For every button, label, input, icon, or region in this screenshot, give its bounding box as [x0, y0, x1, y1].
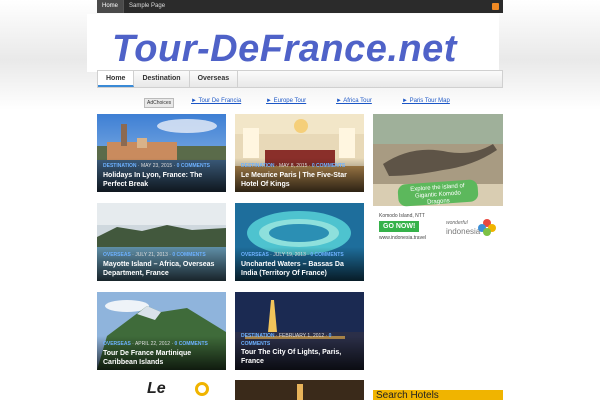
post-comments[interactable]: 0 COMMENTS [172, 252, 205, 258]
post-comments[interactable]: 0 COMMENTS [175, 341, 208, 347]
ad-link-africa-tour[interactable]: ► Africa Tour [336, 98, 372, 104]
nav-overseas[interactable]: Overseas [190, 71, 239, 87]
post-category[interactable]: OVERSEAS [103, 252, 131, 258]
post-title[interactable]: Uncharted Waters – Bassas Da India (Terr… [241, 260, 358, 278]
post-date: JULY 19, 2013 [273, 252, 306, 258]
sidebar-ad[interactable]: Explore the island of Gigantic Komodo Dr… [373, 114, 503, 244]
ad-brand-small: wonderful [446, 220, 468, 226]
search-hotels-heading: Search Hotels [373, 390, 503, 400]
topbar-sample-page-link[interactable]: Sample Page [124, 0, 170, 13]
adchoices-badge[interactable]: AdChoices [144, 98, 175, 108]
post-title[interactable]: Le Meurice Paris | The Five-Star Hotel O… [241, 171, 358, 189]
ad-brand: indonesia [446, 227, 481, 236]
post-card[interactable]: OVERSEAS · JULY 19, 2013 · 0 COMMENTS Un… [235, 203, 364, 281]
post-title[interactable]: Mayotte Island – Africa, Overseas Depart… [103, 260, 220, 278]
post-category[interactable]: OVERSEAS [241, 252, 269, 258]
post-card[interactable]: DESTINATION · MAY 23, 2015 · 0 COMMENTS … [97, 114, 226, 192]
post-meta: OVERSEAS · JULY 21, 2013 · 0 COMMENTS [103, 252, 206, 258]
post-title[interactable]: Holidays In Lyon, France: The Perfect Br… [103, 171, 220, 189]
post-card[interactable]: OVERSEAS · JULY 21, 2013 · 0 COMMENTS Ma… [97, 203, 226, 281]
post-thumbnail [297, 384, 303, 400]
nav-home[interactable]: Home [98, 71, 135, 87]
post-comments[interactable]: 0 COMMENTS [310, 252, 343, 258]
post-category[interactable]: OVERSEAS [103, 341, 131, 347]
ad-location: Komodo Island, NTT [379, 213, 425, 219]
post-card[interactable]: DESTINATION · MAY 8, 2015 · 0 COMMENTS L… [235, 114, 364, 192]
tour-logo-swoosh [195, 382, 209, 396]
nav-destination[interactable]: Destination [134, 71, 190, 87]
post-meta: DESTINATION · MAY 23, 2015 · 0 COMMENTS [103, 163, 211, 169]
post-date: MAY 8, 2015 [278, 163, 308, 169]
ad-link-paris-tour-map[interactable]: ► Paris Tour Map [402, 98, 450, 104]
indonesia-flower-icon [478, 219, 496, 236]
tour-logo: Le [147, 380, 166, 397]
post-meta: DESTINATION · FEBRUARY 1, 2012 · 0 COMME… [241, 333, 332, 347]
post-meta: OVERSEAS · APRIL 22, 2012 · 0 COMMENTS [103, 341, 208, 347]
post-title[interactable]: Tour The City Of Lights, Paris, France [241, 348, 358, 366]
main-nav: Home Destination Overseas [97, 70, 503, 88]
post-comments[interactable]: 0 COMMENTS [177, 163, 210, 169]
post-category[interactable]: DESTINATION [241, 333, 275, 339]
ad-link-tour-de-francia[interactable]: ► Tour De Francia [191, 98, 241, 104]
go-now-button[interactable]: GO NOW! [379, 221, 420, 232]
post-card[interactable]: Le [97, 380, 226, 400]
post-date: MAY 23, 2015 [140, 163, 173, 169]
post-date: APRIL 22, 2012 [134, 341, 171, 347]
post-category[interactable]: DESTINATION [103, 163, 137, 169]
post-meta: DESTINATION · MAY 8, 2015 · 0 COMMENTS [241, 163, 346, 169]
post-card[interactable]: OVERSEAS · APRIL 22, 2012 · 0 COMMENTS T… [97, 292, 226, 370]
ad-url[interactable]: www.indonesia.travel [379, 235, 426, 241]
site-header: Tour-DeFrance.net [87, 14, 499, 72]
post-card[interactable]: DESTINATION · FEBRUARY 1, 2012 · 0 COMME… [235, 292, 364, 370]
post-date: JULY 21, 2013 [135, 252, 168, 258]
rss-icon[interactable] [492, 3, 499, 10]
post-date: FEBRUARY 1, 2012 [278, 333, 325, 339]
post-category[interactable]: DESTINATION [241, 163, 275, 169]
ad-link-europe-tour[interactable]: ► Europe Tour [266, 98, 306, 104]
site-logo[interactable]: Tour-DeFrance.net [112, 28, 457, 71]
top-bar: Home Sample Page [97, 0, 503, 13]
topbar-home-link[interactable]: Home [97, 0, 124, 13]
post-card[interactable] [235, 380, 364, 400]
post-meta: OVERSEAS · JULY 19, 2013 · 0 COMMENTS [241, 252, 344, 258]
post-comments[interactable]: 0 COMMENTS [312, 163, 345, 169]
post-title[interactable]: Tour De France Martinique Caribbean Isla… [103, 349, 220, 367]
